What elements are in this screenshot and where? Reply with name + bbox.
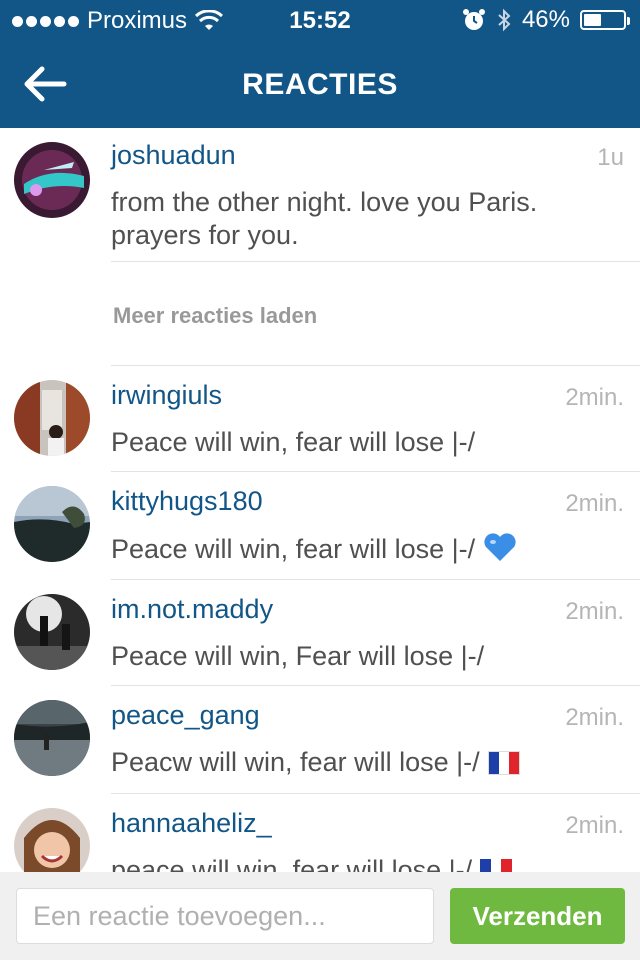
avatar[interactable] — [14, 594, 90, 670]
caption-text: from the other night. love you Paris. pr… — [111, 187, 538, 250]
top-bar: Proximus 15:52 46% REACTIES — [0, 0, 640, 128]
comment-time: 2min. — [565, 490, 624, 517]
page-title: REACTIES — [242, 68, 398, 101]
divider — [111, 685, 640, 686]
avatar[interactable] — [14, 486, 90, 562]
divider — [111, 579, 640, 580]
french-flag-icon — [487, 751, 520, 775]
comment-text: Peace will win, fear will lose |-/ — [111, 532, 620, 566]
divider — [111, 471, 640, 472]
comment-input[interactable] — [16, 888, 434, 944]
comment-text: Peace will win, fear will lose |-/ — [111, 427, 476, 457]
comment-time: 2min. — [565, 812, 624, 839]
comment-username[interactable]: hannaaheliz_ — [111, 808, 272, 839]
avatar[interactable] — [14, 142, 90, 218]
caption-time: 1u — [597, 144, 624, 171]
avatar[interactable] — [14, 808, 90, 872]
status-bar: Proximus 15:52 46% — [0, 0, 640, 40]
comment-time: 2min. — [565, 704, 624, 731]
caption-username[interactable]: joshuadun — [111, 140, 236, 171]
avatar[interactable] — [14, 380, 90, 456]
nav-bar: REACTIES — [0, 40, 640, 128]
alarm-icon — [462, 9, 485, 30]
french-flag-icon — [480, 859, 513, 872]
divider — [111, 365, 640, 366]
blue-heart-icon — [484, 533, 516, 561]
comment-composer: Verzenden — [0, 872, 640, 960]
comment-username[interactable]: irwingiuls — [111, 380, 222, 411]
comment-username[interactable]: im.not.maddy — [111, 594, 273, 625]
comment-text: Peace will win, Fear will lose |-/ — [111, 641, 485, 671]
comment-text: Peacw will win, fear will lose |-/ — [111, 746, 620, 779]
comment-username[interactable]: kittyhugs180 — [111, 486, 263, 517]
comment-time: 2min. — [565, 384, 624, 411]
send-button[interactable]: Verzenden — [450, 888, 625, 944]
comment-text: peace will win, fear will lose |-/ — [111, 854, 620, 872]
avatar[interactable] — [14, 700, 90, 776]
battery-percent: 46% — [521, 6, 570, 33]
comments-list[interactable]: joshuadun 1u from the other night. love … — [0, 128, 640, 872]
comment-username[interactable]: peace_gang — [111, 700, 260, 731]
divider — [111, 793, 640, 794]
battery-icon — [580, 10, 630, 30]
divider — [111, 261, 640, 262]
load-more-comments-button[interactable]: Meer reacties laden — [113, 303, 317, 329]
comment-time: 2min. — [565, 598, 624, 625]
bluetooth-icon — [498, 8, 511, 32]
